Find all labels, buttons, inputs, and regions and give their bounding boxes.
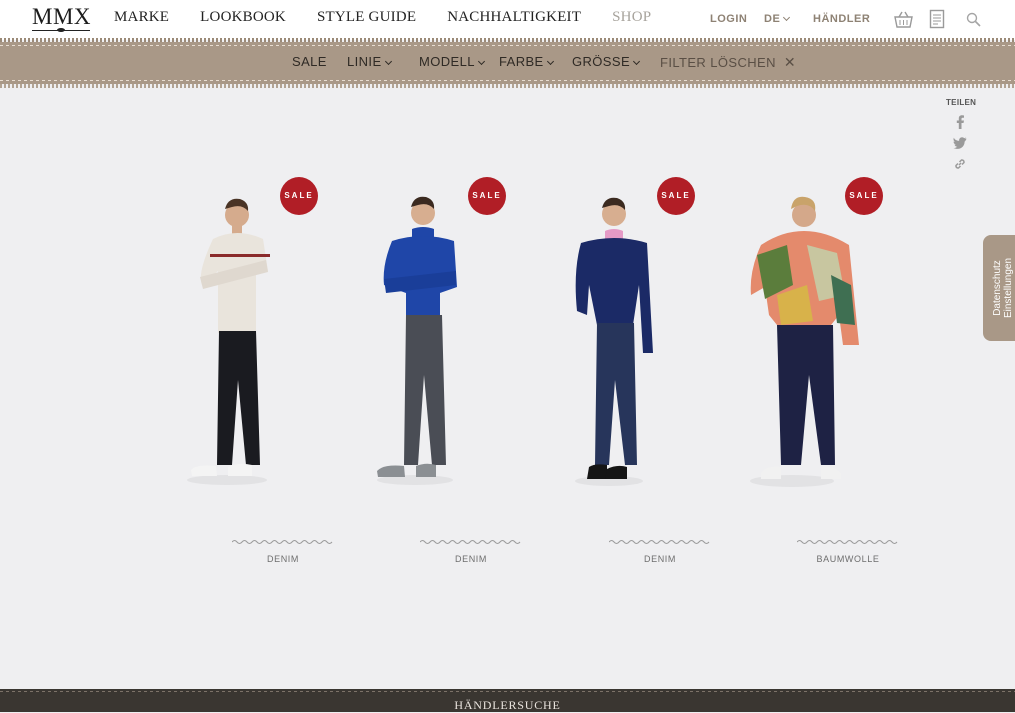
privacy-tab-line-1: Datenschutz (992, 260, 1003, 316)
product-card[interactable]: SALE BAUMWOLLE (747, 175, 937, 575)
search-icon[interactable] (966, 12, 981, 27)
site-header: MMX MARKE LOOKBOOK STYLE GUIDE NACHHALTI… (0, 0, 1015, 40)
sale-badge: SALE (468, 177, 506, 215)
catalog-icon[interactable] (929, 9, 945, 29)
product-image[interactable] (747, 175, 937, 505)
dealer-search-link[interactable]: HÄNDLERSUCHE (0, 698, 1015, 713)
chevron-down-icon (632, 57, 641, 66)
sale-badge: SALE (845, 177, 883, 215)
close-icon: ✕ (783, 54, 797, 70)
filter-linie[interactable]: LINIE (347, 54, 392, 69)
nav-item-nachhaltigkeit[interactable]: NACHHALTIGKEIT (447, 9, 581, 26)
wave-divider (420, 540, 521, 544)
filter-farbe[interactable]: FARBE (499, 54, 554, 69)
wave-divider (797, 540, 898, 544)
privacy-tab-text: Datenschutz Einstellungen (992, 258, 1014, 318)
product-card[interactable]: SALE DENIM (559, 175, 749, 575)
chevron-down-icon (384, 57, 392, 66)
nav-item-lookbook[interactable]: LOOKBOOK (200, 9, 286, 26)
share-label: TEILEN (946, 98, 977, 107)
product-card[interactable]: SALE DENIM (370, 175, 560, 575)
nav-item-shop[interactable]: SHOP (612, 9, 651, 26)
chevron-down-icon (783, 13, 791, 22)
product-material: BAUMWOLLE (816, 554, 880, 564)
nav-item-style-guide[interactable]: STYLE GUIDE (317, 9, 416, 26)
chevron-down-icon (546, 57, 554, 66)
filter-modell-label: MODELL (419, 54, 475, 69)
filter-bar-seam-top (0, 45, 1015, 46)
filter-bar-seam-bottom (0, 80, 1015, 81)
product-card[interactable]: SALE DENIM (182, 175, 372, 575)
clear-filters-label: FILTER LÖSCHEN (660, 55, 776, 70)
privacy-settings-tab[interactable]: Datenschutz Einstellungen (983, 235, 1015, 341)
product-image[interactable] (182, 175, 372, 505)
main-navigation: MARKE LOOKBOOK STYLE GUIDE NACHHALTIGKEI… (114, 9, 651, 26)
facebook-icon[interactable] (955, 115, 965, 129)
wave-divider (232, 540, 333, 544)
logo-ornament (57, 28, 65, 32)
product-material: DENIM (455, 554, 487, 564)
filter-linie-label: LINIE (347, 54, 382, 69)
product-material: DENIM (644, 554, 676, 564)
basket-icon[interactable] (893, 10, 914, 29)
twitter-icon[interactable] (953, 137, 967, 149)
privacy-tab-line-2: Einstellungen (1003, 257, 1014, 319)
footer-bar: HÄNDLERSUCHE (0, 689, 1015, 712)
login-link[interactable]: LOGIN (710, 13, 747, 25)
sale-badge: SALE (657, 177, 695, 215)
link-icon[interactable] (953, 157, 967, 171)
dealer-link[interactable]: HÄNDLER (813, 13, 870, 25)
nav-item-marke[interactable]: MARKE (114, 9, 169, 26)
chevron-down-icon (477, 57, 485, 66)
brand-logo[interactable]: MMX (32, 4, 91, 30)
sale-badge: SALE (280, 177, 318, 215)
filter-bar-stitch-divider (0, 84, 1015, 88)
share-panel: TEILEN (946, 98, 977, 171)
wave-divider (609, 540, 710, 544)
footer-stitch-divider (0, 691, 1015, 692)
language-label: DE (764, 13, 781, 25)
filter-sale[interactable]: SALE (292, 54, 327, 69)
product-image[interactable] (370, 175, 560, 505)
product-image[interactable] (559, 175, 749, 505)
filter-farbe-label: FARBE (499, 54, 544, 69)
filter-modell[interactable]: MODELL (419, 54, 485, 69)
language-selector[interactable]: DE (764, 13, 791, 25)
filter-bar: SALE LINIE MODELL FARBE GRÖSSE FILTER LÖ… (0, 42, 1015, 84)
filter-groesse[interactable]: GRÖSSE (572, 54, 641, 69)
clear-filters-button[interactable]: FILTER LÖSCHEN ✕ (660, 54, 796, 71)
filter-groesse-label: GRÖSSE (572, 54, 631, 69)
product-material: DENIM (267, 554, 299, 564)
